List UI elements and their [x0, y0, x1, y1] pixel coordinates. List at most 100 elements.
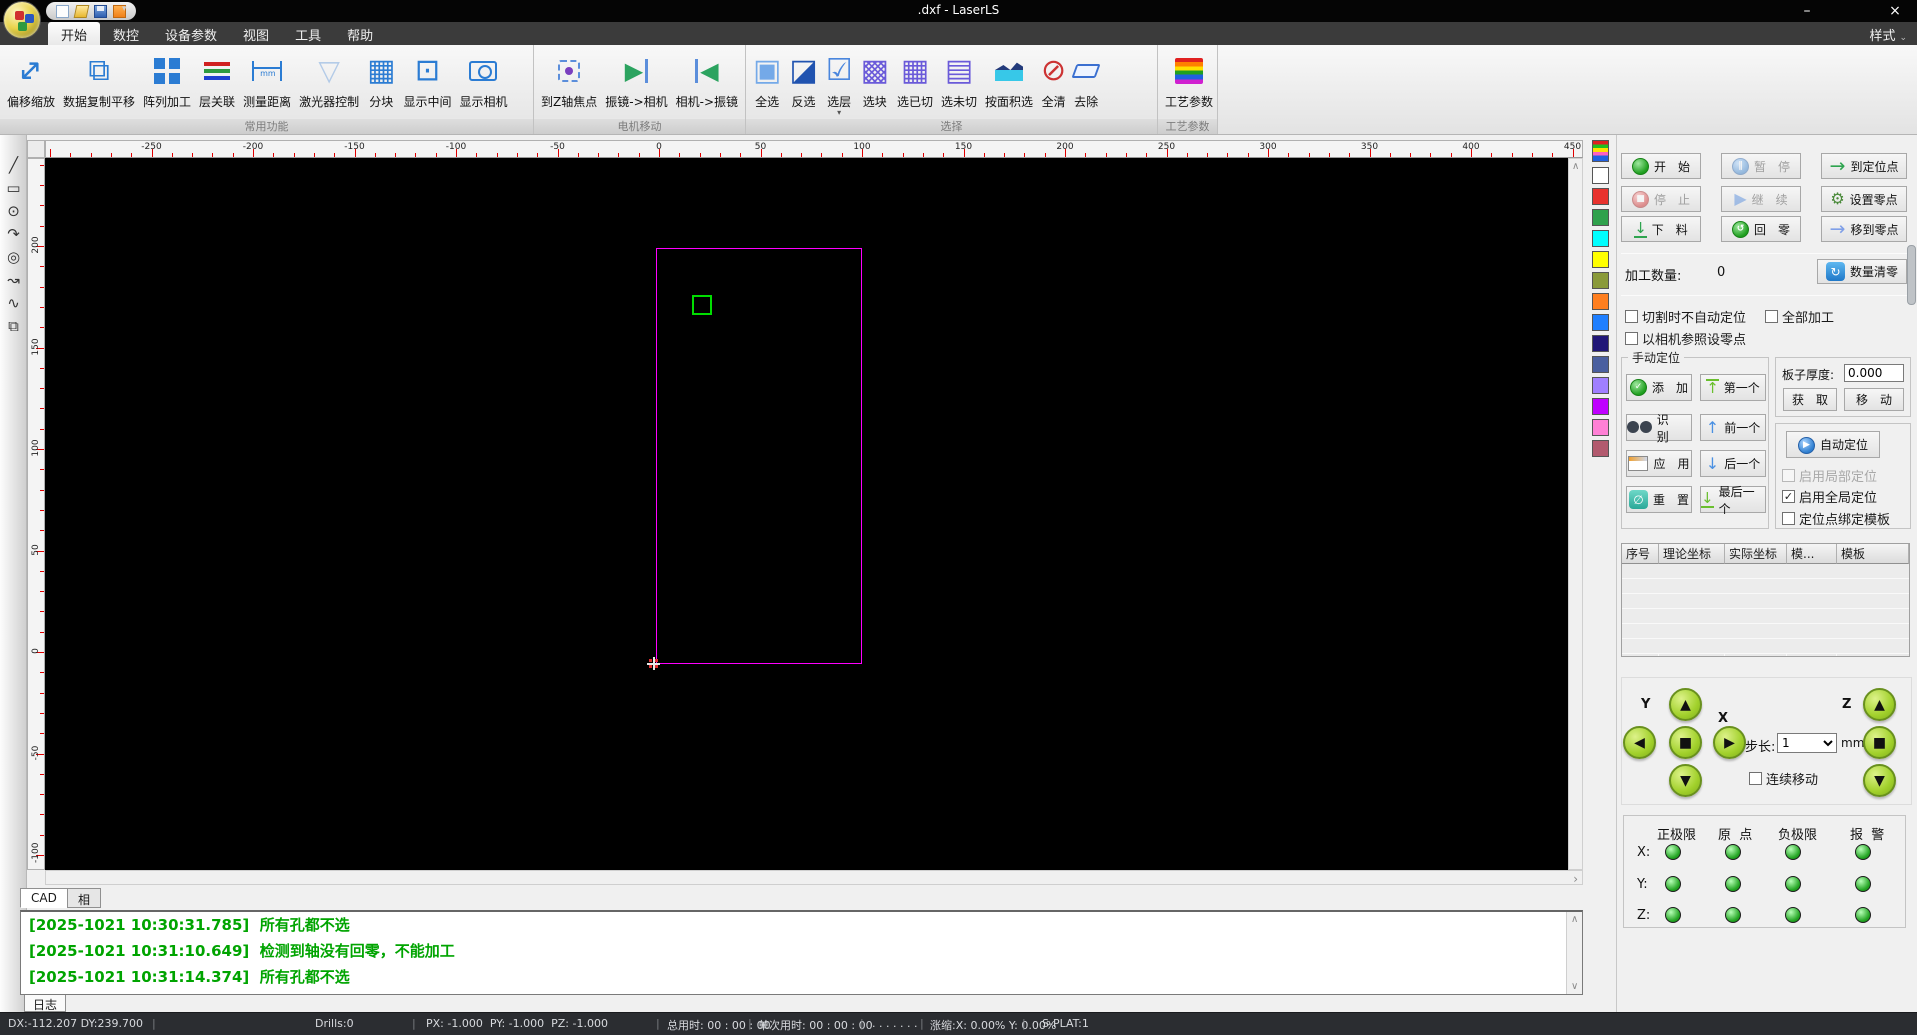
pause-button[interactable]: ∥暂 停: [1721, 153, 1801, 179]
palette-color[interactable]: [1592, 272, 1609, 289]
start-button[interactable]: 开 始: [1621, 153, 1701, 179]
autopos-checkbox-0[interactable]: 启用局部定位: [1782, 466, 1877, 485]
palette-color[interactable]: [1592, 377, 1609, 394]
autopos-checkbox-1[interactable]: ✓启用全局定位: [1782, 487, 1877, 506]
log-panel[interactable]: [2025-1021 10:30:31.785] 所有孔都不选[2025-102…: [20, 910, 1583, 995]
ribbon-button-split-block[interactable]: ▦分块: [363, 48, 399, 118]
menu-tab-设备参数[interactable]: 设备参数: [152, 22, 230, 45]
ribbon-button-show-camera[interactable]: 显示相机: [455, 48, 511, 118]
autopos-checkbox-2[interactable]: 定位点绑定模板: [1782, 509, 1890, 528]
table-header-4[interactable]: 模板: [1837, 544, 1909, 564]
tab-log[interactable]: 日志: [24, 995, 66, 1012]
ribbon-button-clear-all[interactable]: ⊘全清: [1037, 48, 1070, 118]
get-thickness-button[interactable]: 获 取: [1783, 388, 1837, 411]
menu-tab-数控[interactable]: 数控: [100, 22, 152, 45]
next-button[interactable]: ↓后一个: [1700, 450, 1766, 477]
palette-color[interactable]: [1592, 335, 1609, 352]
table-header-2[interactable]: 实际坐标: [1725, 544, 1787, 564]
scroll-up-icon[interactable]: ∧: [1572, 161, 1579, 172]
palette-color[interactable]: [1592, 419, 1609, 436]
thickness-input[interactable]: [1844, 364, 1904, 382]
last-button[interactable]: ↓最后一个: [1700, 486, 1766, 513]
jog-y-up-button[interactable]: ▲: [1669, 688, 1702, 721]
ribbon-button-z-focus[interactable]: 到Z轴焦点: [537, 48, 601, 118]
continue-button[interactable]: ▶继 续: [1721, 186, 1801, 212]
jog-z-up-button[interactable]: ▲: [1863, 688, 1896, 721]
ribbon-button-select-all[interactable]: ▣全选: [749, 48, 785, 118]
palette-color[interactable]: [1592, 440, 1609, 457]
camera-ref-zero-checkbox[interactable]: 以相机参照设零点: [1625, 329, 1746, 348]
ribbon-button-select-uncut[interactable]: ▤选未切: [937, 48, 981, 118]
add-button[interactable]: ✓添 加: [1626, 374, 1692, 401]
jog-xy-stop-button[interactable]: ■: [1669, 726, 1702, 759]
ribbon-button-remove[interactable]: 去除: [1070, 48, 1102, 118]
ribbon-button-galvo-to-camera[interactable]: 振镜->相机: [601, 48, 671, 118]
maximize-button[interactable]: [1829, 0, 1873, 22]
drawing-green-square[interactable]: [692, 295, 712, 315]
draw-ellipse-tool[interactable]: ◎: [0, 245, 27, 268]
set-zero-button[interactable]: ⚙设置零点: [1821, 186, 1907, 212]
prev-button[interactable]: ↑前一个: [1700, 414, 1766, 441]
canvas-vertical-scrollbar[interactable]: ∧: [1568, 158, 1583, 870]
jog-y-down-button[interactable]: ▼: [1669, 764, 1702, 797]
palette-color[interactable]: [1592, 230, 1609, 247]
auto-position-button[interactable]: ▶自动定位: [1786, 431, 1880, 458]
drawing-canvas[interactable]: [45, 158, 1568, 870]
ribbon-button-data-copy[interactable]: ⧉数据复制平移: [59, 48, 139, 118]
table-header-1[interactable]: 理论坐标: [1659, 544, 1725, 564]
palette-color[interactable]: [1592, 251, 1609, 268]
menu-tab-帮助[interactable]: 帮助: [334, 22, 386, 45]
palette-color[interactable]: [1592, 356, 1609, 373]
log-scrollbar[interactable]: ∧ ∨: [1566, 912, 1582, 994]
palette-color[interactable]: [1592, 188, 1609, 205]
return-zero-button[interactable]: ↺回 零: [1721, 216, 1801, 242]
canvas-horizontal-scrollbar[interactable]: ›: [45, 870, 1583, 885]
draw-polyline-tool[interactable]: ↝: [0, 268, 27, 291]
palette-color[interactable]: [1592, 209, 1609, 226]
menu-tab-工具[interactable]: 工具: [282, 22, 334, 45]
move-zero-button[interactable]: →移到零点: [1821, 216, 1907, 242]
tab-相机[interactable]: 相机: [67, 888, 101, 908]
jog-z-stop-button[interactable]: ■: [1863, 726, 1896, 759]
draw-rect-tool[interactable]: ▭: [0, 176, 27, 199]
app-logo-icon[interactable]: [3, 1, 41, 39]
reset-button[interactable]: ∅重 置: [1626, 486, 1692, 513]
style-menu[interactable]: 样式⌄: [1869, 25, 1907, 44]
scroll-right-icon[interactable]: ›: [1573, 872, 1578, 886]
table-header-3[interactable]: 模...: [1787, 544, 1837, 564]
ribbon-button-select-area[interactable]: 按面积选: [981, 48, 1037, 118]
scroll-down-icon[interactable]: ∨: [1571, 981, 1578, 992]
tab-CAD[interactable]: CAD: [20, 888, 68, 908]
ribbon-button-select-cut[interactable]: ▦选已切: [893, 48, 937, 118]
close-button[interactable]: ×: [1873, 0, 1917, 22]
clear-count-button[interactable]: ↻数量清零: [1817, 259, 1907, 284]
apply-button[interactable]: 应 用: [1626, 450, 1692, 477]
no-autopos-checkbox[interactable]: 切割时不自动定位: [1625, 307, 1746, 326]
draw-line-tool[interactable]: ╱: [0, 153, 27, 176]
unload-button[interactable]: ↓下 料: [1621, 216, 1701, 242]
palette-color[interactable]: [1592, 314, 1609, 331]
ribbon-button-select-block[interactable]: ▩选块: [857, 48, 893, 118]
palette-color[interactable]: [1592, 140, 1609, 162]
goto-point-button[interactable]: →到定位点: [1821, 153, 1907, 179]
process-all-checkbox[interactable]: 全部加工: [1765, 307, 1834, 326]
draw-arc-tool[interactable]: ↷: [0, 222, 27, 245]
jog-x-right-button[interactable]: ▶: [1713, 726, 1746, 759]
palette-color[interactable]: [1592, 293, 1609, 310]
palette-color[interactable]: [1592, 167, 1609, 184]
ribbon-button-process-params[interactable]: 工艺参数: [1161, 48, 1217, 118]
ribbon-button-measure[interactable]: 测量距离: [239, 48, 295, 118]
palette-color[interactable]: [1592, 398, 1609, 415]
ribbon-button-array-process[interactable]: 阵列加工: [139, 48, 195, 118]
ribbon-button-layer-link[interactable]: 层关联: [195, 48, 239, 118]
ribbon-button-camera-to-galvo[interactable]: 相机->振镜: [672, 48, 742, 118]
minimize-button[interactable]: –: [1785, 0, 1829, 22]
draw-spline-tool[interactable]: ∿: [0, 291, 27, 314]
step-select[interactable]: 1: [1777, 733, 1837, 753]
move-thickness-button[interactable]: 移 动: [1844, 388, 1904, 411]
recognize-button[interactable]: 识 别: [1626, 414, 1692, 441]
draw-circle-tool[interactable]: ⊙: [0, 199, 27, 222]
ribbon-button-invert-select[interactable]: ◪反选: [785, 48, 821, 118]
stop-button[interactable]: ■停 止: [1621, 186, 1701, 212]
first-button[interactable]: ↑第一个: [1700, 374, 1766, 401]
